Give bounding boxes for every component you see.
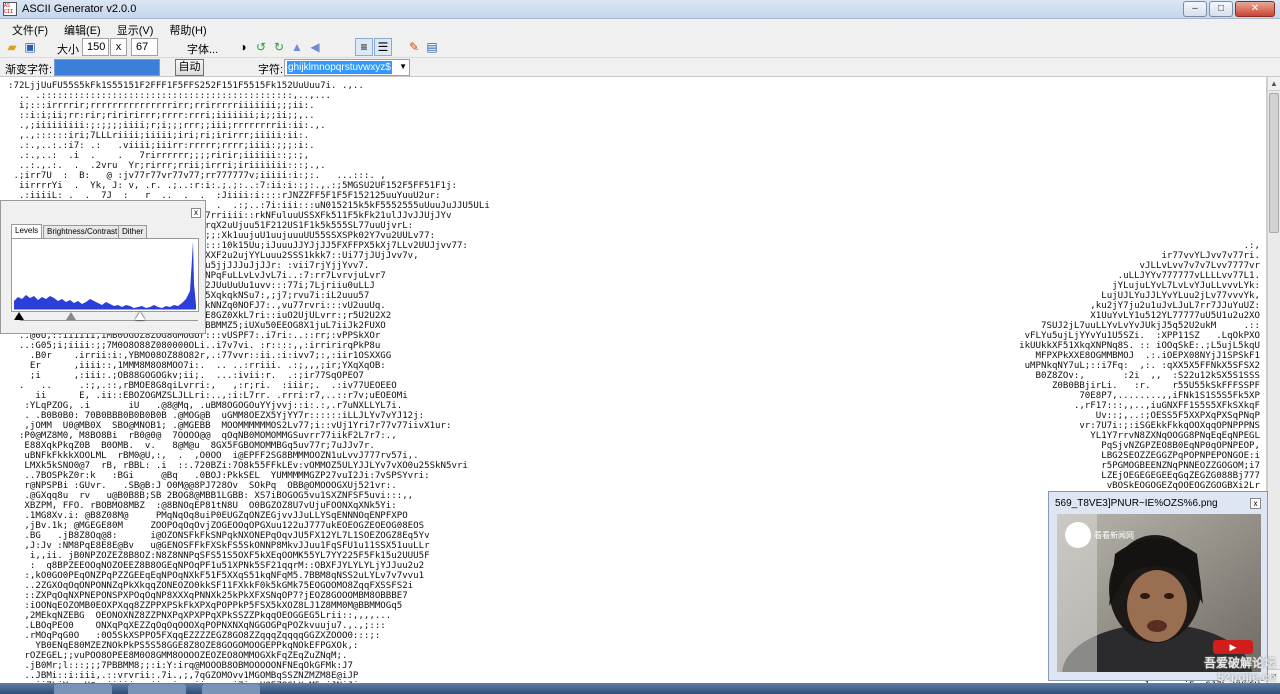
taskbar-button[interactable] — [202, 684, 260, 694]
aspect-lock-button[interactable]: x — [110, 38, 127, 56]
ascii-line: .. .::::::::::::::::::::::::::::::::::::… — [8, 91, 332, 101]
ramp-input[interactable] — [54, 59, 160, 76]
save-icon[interactable]: ▣ — [23, 40, 37, 54]
font-button[interactable]: 字体... — [187, 41, 218, 57]
app-window: AS CII GEN ASCII Generator v2.0.0 – □ ✕ … — [0, 0, 1280, 694]
ascii-line-right: 70E8P7,........,,iFNk1S1S5S5Fk5XP — [1079, 391, 1260, 401]
ascii-line: :72LjjUuFU55S5kFk1S55151F2FFF1F5FFS252F1… — [8, 81, 364, 91]
app-icon: AS CII GEN — [3, 2, 17, 16]
align-left-icon[interactable]: ≡ — [355, 38, 373, 56]
ascii-line-right: uMPNkqNY7uL;::i7Fq: ,:. :qXX5X5FFNkX5SFS… — [1024, 361, 1260, 371]
ascii-line-right: MFPXPkXXE8OGMMBMOJ .:.iOEPX08NYjJ1SPSkF1 — [1035, 351, 1260, 361]
chars-value: ghijklmnopqrstuvwxyz$ — [287, 61, 392, 74]
levels-slider[interactable] — [14, 312, 198, 322]
watermark-line2: 52pojie.cn — [1217, 670, 1276, 684]
export-icon[interactable]: ▤ — [425, 40, 439, 54]
vertical-scrollbar[interactable]: ▲ ▼ — [1267, 77, 1280, 683]
height-input[interactable]: 67 — [131, 38, 158, 56]
histogram — [11, 238, 199, 312]
taskbar-button[interactable] — [128, 684, 186, 694]
size-label: 大小 — [57, 44, 79, 56]
image-preview-window: 569_T8VE3]PNUR~IE%OZS%6.png x 看看新闻网 ▶ — [1048, 491, 1268, 681]
menu-help[interactable]: 帮助(H) — [161, 19, 214, 37]
menu-edit[interactable]: 编辑(E) — [56, 19, 109, 37]
scroll-thumb[interactable] — [1269, 93, 1279, 233]
black-point-handle[interactable] — [14, 312, 24, 320]
gamma-handle[interactable] — [66, 312, 76, 320]
ascii-line-right: vBOSkEOGOGEZqOOEOGZGOGBXi2Lr — [1106, 481, 1260, 491]
ascii-line: i;:::irrrrir;rrrrrrrrrrrrrrrirr;rrirrrrr… — [8, 101, 315, 111]
news-caption: 看看新闻网 — [1094, 531, 1134, 540]
ascii-line-right: .,rF17:::,,..,iuGNXFF1S5S5XFkSXkqF — [1073, 401, 1260, 411]
menu-file[interactable]: 文件(F) — [4, 19, 56, 37]
taskbar — [0, 683, 1280, 694]
ascii-line-right: YL1Y7rrvN8ZXNqOOGG8PNqEqEqNPEGL — [1090, 431, 1260, 441]
ascii-line-right: ikUUkkXF51XkqXNPNq8S. :: iOOqSkE:.;L5ujL… — [1019, 341, 1260, 351]
watermark: 吾爱破解论坛 52pojie.cn — [1204, 656, 1276, 684]
width-input[interactable]: 150 — [82, 38, 109, 56]
window-controls: – □ ✕ — [1183, 1, 1275, 17]
auto-button[interactable]: 自动 — [175, 59, 204, 76]
tab-brightness-contrast[interactable]: Brightness/Contrast — [43, 225, 122, 238]
channel-badge: ▶ — [1213, 640, 1253, 654]
title-bar[interactable]: AS CII GEN ASCII Generator v2.0.0 – □ ✕ — [0, 0, 1280, 19]
main-toolbar: ▰ ▣ 大小 150 x 67 字体... ◑ ↺ ↻ ▲ ◀ ≡ ☰ ✎ ▤ — [0, 37, 1280, 58]
white-point-handle[interactable] — [135, 312, 145, 320]
paint-icon[interactable]: ✎ — [407, 40, 421, 54]
ascii-line-right: LBG2SEOZZEGGZPqPOPNPEPONGOE:i — [1101, 451, 1260, 461]
tab-levels[interactable]: Levels — [11, 224, 43, 238]
character-toolbar: 渐变字符: 自动 字符: ghijklmnopqrstuvwxyz$ ▼ — [0, 58, 1280, 77]
menu-view[interactable]: 显示(V) — [109, 19, 162, 37]
ascii-line: .;irr7U : B: @ :jv77r77vr77v77;rr777777v… — [8, 171, 386, 181]
preview-title: 569_T8VE3]PNUR~IE%OZS%6.png — [1055, 498, 1218, 509]
ascii-line-right: Uv::;,..:;OESS5F5XXPXqPXSqPNqP — [1095, 411, 1260, 421]
menu-bar: 文件(F) 编辑(E) 显示(V) 帮助(H) — [0, 19, 1280, 37]
chars-combo[interactable]: ghijklmnopqrstuvwxyz$ ▼ — [284, 59, 410, 76]
rotate-right-icon[interactable]: ↻ — [272, 40, 286, 54]
ascii-line-right: B0Z8ZOv:, :2i ,, :S22u12kSX5S1SSS — [1035, 371, 1260, 381]
levels-panel: x Levels Brightness/Contrast Dither — [0, 200, 206, 334]
close-button[interactable]: ✕ — [1235, 1, 1275, 17]
chars-label: 字符: — [258, 64, 284, 76]
rotate-left-icon[interactable]: ↺ — [254, 40, 268, 54]
ascii-line-right: LZEjOEGEGEGEEqGqZEGZG088Bj777 — [1101, 471, 1260, 481]
levels-close-button[interactable]: x — [191, 208, 201, 218]
ascii-line-right: r5PGMOGBEENZNqPNNEOZZGOGOM;i7 — [1101, 461, 1260, 471]
ascii-line-right: Z0B0BBjirLi. :r. r55U55kSkFFFSSPF — [1051, 381, 1260, 391]
ascii-line: .:.,..: .i . . 7rirrrrrr;;;;ririr;iiiiii… — [8, 151, 310, 161]
ascii-line: iirrrrYi . Yk, J: v, .r. .;..:r:i:.;.;:.… — [8, 181, 457, 191]
taskbar-button[interactable] — [54, 684, 112, 694]
tab-dither[interactable]: Dither — [118, 225, 148, 238]
ramp-label: 渐变字符: — [5, 64, 53, 76]
scroll-up-icon[interactable]: ▲ — [1268, 77, 1280, 91]
minimize-button[interactable]: – — [1183, 1, 1207, 17]
align-justify-icon[interactable]: ☰ — [374, 38, 392, 56]
ascii-line: ,.,::::::iri;7LLLriiii;iiiii;iri;ri;irir… — [8, 131, 310, 141]
maximize-button[interactable]: □ — [1209, 1, 1233, 17]
chevron-down-icon[interactable]: ▼ — [399, 62, 407, 71]
ascii-line: .:.,..:.:i7: .: .viiii;iiirr:rrrrr;rrrr;… — [8, 141, 315, 151]
invert-icon[interactable]: ◑ — [236, 40, 250, 54]
ascii-line-right: vr:7U7i:;:iSGEkkFkkqOOXqqOPNPPPNS — [1079, 421, 1260, 431]
flip-icon[interactable]: ▲ — [290, 40, 304, 54]
histogram-graph — [14, 241, 196, 310]
watermark-line1: 吾爱破解论坛 — [1203, 656, 1276, 670]
ascii-line: ::i:i;ii;rr:rir;riririrrr;rrrr:rrri;iiii… — [8, 111, 315, 121]
preview-close-button[interactable]: x — [1250, 498, 1261, 509]
mirror-icon[interactable]: ◀ — [308, 40, 322, 54]
preview-image: 看看新闻网 ▶ — [1057, 514, 1261, 672]
open-icon[interactable]: ▰ — [5, 40, 19, 54]
window-title: ASCII Generator v2.0.0 — [22, 3, 137, 15]
ascii-line: .,;iiiiiiiii:;:;;;;iiii;r;i;;;rrr;;iii;r… — [8, 121, 326, 131]
ascii-line: ..:.,.:. . .2vru Yr;rirrr;rrii;irrri;iri… — [8, 161, 326, 171]
news-logo-icon — [1065, 522, 1091, 548]
ascii-line-right: PqSjvNZGPZEO8B0EqNP0qOPNPEOP, — [1101, 441, 1260, 451]
